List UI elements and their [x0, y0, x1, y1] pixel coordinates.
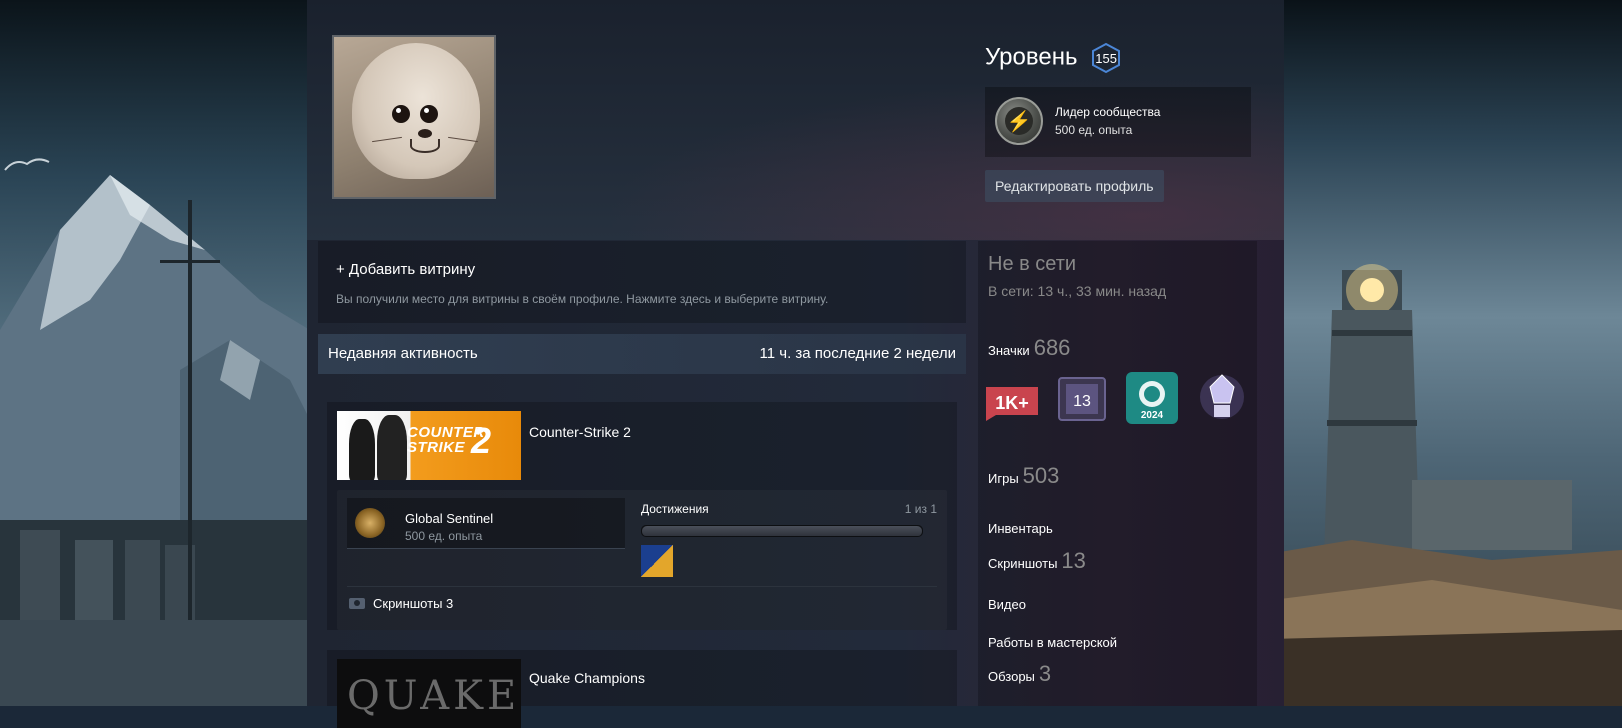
badges-label: Значки [988, 343, 1030, 358]
1k-badge-text: 1K+ [995, 393, 1029, 413]
lightning-icon: ⚡ [1005, 107, 1033, 135]
reviews-count: 3 [1038, 661, 1052, 686]
seal-eye-right [420, 105, 438, 123]
game-activity-item: COUNTER STRIKE 2 Counter-Strike 2 Global… [327, 402, 957, 630]
cs2-logo-line-2: STRIKE [407, 439, 466, 456]
screenshots-sidebar-count: 13 [1061, 548, 1086, 573]
add-showcase-description: Вы получили место для витрины в своём пр… [336, 292, 829, 306]
soldier-figure [349, 419, 375, 480]
game-capsule-quake[interactable]: QUAKE [337, 659, 521, 728]
background-left-scene [0, 0, 310, 706]
level-value: 155 [1095, 50, 1117, 66]
game-capsule-cs2[interactable]: COUNTER STRIKE 2 [337, 411, 521, 480]
game-name[interactable]: Quake Champions [529, 670, 645, 686]
featured-badge[interactable]: ⚡ Лидер сообщества 500 ед. опыта [985, 87, 1251, 157]
level-badge[interactable]: 155 [1090, 42, 1122, 74]
soldier-figure [377, 415, 407, 480]
edit-profile-button[interactable]: Редактировать профиль [985, 170, 1164, 202]
lighthouse-illustration [1232, 264, 1622, 706]
achievements-count: 1 из 1 [904, 502, 937, 516]
lightning-badge-icon: ⚡ [995, 97, 1043, 145]
mountain-ship-illustration [0, 158, 310, 706]
featured-badge-name: Лидер сообщества [1055, 105, 1161, 119]
seal-mouth [410, 139, 440, 153]
crystal-badge-icon[interactable] [1196, 371, 1248, 423]
game-details: Global Sentinel 500 ед. опыта Достижения… [337, 490, 947, 630]
quake-logo-text: QUAKE [347, 673, 521, 719]
games-label: Игры [988, 471, 1019, 486]
featured-badge-xp: 500 ед. опыта [1055, 123, 1133, 137]
global-sentinel-badge-icon [355, 508, 385, 538]
cs2-logo-number: 2 [471, 420, 492, 461]
badges-count: 686 [1033, 335, 1071, 360]
add-showcase-title[interactable]: + Добавить витрину [336, 261, 475, 278]
game-badge-name: Global Sentinel [405, 511, 494, 526]
screenshots-link[interactable]: Скриншоты 3 [349, 596, 453, 611]
recent-activity-header: Недавняя активность 11 ч. за последние 2… [318, 334, 966, 374]
level-display: Уровень 155 [985, 42, 1122, 74]
years-13-badge-text: 13 [1073, 393, 1091, 410]
seal-nose [418, 129, 432, 138]
online-status: Не в сети [988, 253, 1077, 275]
recent-activity-title: Недавняя активность [328, 345, 478, 362]
avatar[interactable] [332, 35, 496, 199]
profile-sidebar: Не в сети В сети: 13 ч., 33 мин. назад З… [978, 241, 1257, 706]
1k-badge-icon[interactable]: 1K+ [986, 379, 1038, 431]
background-right-scene [1232, 0, 1622, 706]
screenshots-label: Скриншоты 3 [373, 596, 454, 611]
game-activity-item: QUAKE Quake Champions [327, 650, 957, 728]
achievements-progress-bar [641, 525, 923, 537]
seal-eye-left [392, 105, 410, 123]
steam-2024-badge-text: 2024 [1141, 410, 1164, 421]
years-13-badge-icon[interactable]: 13 [1056, 375, 1108, 427]
game-badge-xp: 500 ед. опыта [405, 529, 483, 543]
inventory-link[interactable]: Инвентарь [988, 521, 1053, 536]
level-label: Уровень [985, 43, 1078, 71]
achievements-progress-fill [642, 526, 922, 536]
achievements-label[interactable]: Достижения [641, 502, 709, 516]
achievement-icon[interactable] [641, 545, 673, 577]
game-name[interactable]: Counter-Strike 2 [529, 424, 631, 440]
screenshots-sidebar-link[interactable]: Скриншоты 13 [988, 548, 1086, 574]
last-online: В сети: 13 ч., 33 мин. назад [988, 283, 1167, 299]
games-count: 503 [1022, 463, 1060, 488]
video-link[interactable]: Видео [988, 597, 1026, 612]
reviews-link[interactable]: Обзоры 3 [988, 661, 1051, 687]
camera-icon [349, 598, 365, 609]
seal-whisker [372, 136, 402, 143]
seal-whisker [448, 136, 478, 143]
game-badge[interactable]: Global Sentinel 500 ед. опыта [347, 498, 625, 549]
add-showcase[interactable]: + Добавить витрину Вы получили место для… [318, 241, 966, 323]
steam-2024-badge-icon[interactable]: 2024 [1126, 372, 1178, 424]
recent-activity-hours: 11 ч. за последние 2 недели [759, 345, 956, 362]
reviews-label: Обзоры [988, 669, 1035, 684]
avatar-seal-image [352, 43, 480, 179]
workshop-link[interactable]: Работы в мастерской [988, 635, 1117, 650]
screenshots-sidebar-label: Скриншоты [988, 556, 1058, 571]
badges-link[interactable]: Значки 686 [988, 335, 1070, 361]
divider [347, 586, 937, 587]
games-link[interactable]: Игры 503 [988, 463, 1059, 489]
